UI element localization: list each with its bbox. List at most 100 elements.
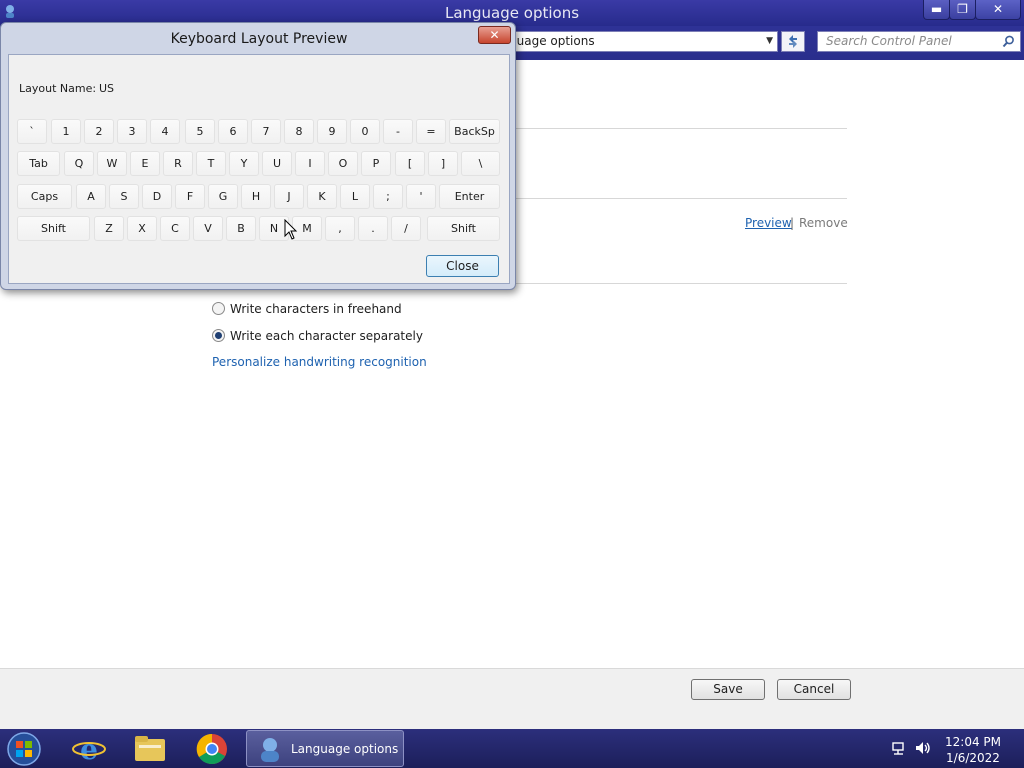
dialog-close-x-button[interactable]: ✕ <box>478 26 511 44</box>
minimize-icon: ▬ <box>930 2 943 16</box>
footer-bar <box>0 668 1024 730</box>
dialog-title: Keyboard Layout Preview <box>170 31 348 47</box>
taskbar: e Language options 12:04 PM 1/6/2022 <box>0 729 1024 768</box>
key: Shift <box>427 216 500 241</box>
key: L <box>340 184 370 209</box>
key: 1 <box>51 119 81 144</box>
key: Z <box>94 216 124 241</box>
key: V <box>193 216 223 241</box>
close-icon: ✕ <box>992 2 1004 16</box>
key: Tab <box>17 151 60 176</box>
preview-link[interactable]: Preview <box>745 216 792 230</box>
restore-icon: ❐ <box>957 2 968 16</box>
internet-explorer-icon[interactable]: e <box>63 731 115 766</box>
file-explorer-icon[interactable] <box>124 731 176 766</box>
key: 0 <box>350 119 380 144</box>
radio-button-selected[interactable] <box>212 329 225 342</box>
key: A <box>76 184 106 209</box>
key: E <box>130 151 160 176</box>
volume-icon[interactable] <box>914 740 932 756</box>
key: S <box>109 184 139 209</box>
key: 7 <box>251 119 281 144</box>
key: Y <box>229 151 259 176</box>
key: 3 <box>117 119 147 144</box>
radio-freehand[interactable]: Write characters in freehand <box>212 302 402 316</box>
radio-button[interactable] <box>212 302 225 315</box>
chevron-down-icon[interactable]: ▼ <box>766 32 773 51</box>
key: J <box>274 184 304 209</box>
key: R <box>163 151 193 176</box>
search-icon[interactable] <box>1002 35 1015 48</box>
dialog-close-button[interactable]: Close <box>426 255 499 277</box>
radio-label: Write characters in freehand <box>230 302 402 316</box>
personalize-handwriting-link[interactable]: Personalize handwriting recognition <box>212 355 427 369</box>
remove-link[interactable]: Remove <box>799 216 848 230</box>
key: , <box>325 216 355 241</box>
key: 6 <box>218 119 248 144</box>
key: Caps <box>17 184 72 209</box>
key: C <box>160 216 190 241</box>
refresh-button[interactable] <box>781 31 805 52</box>
cancel-button[interactable]: Cancel <box>777 679 851 700</box>
network-icon[interactable] <box>891 740 907 756</box>
key: F <box>175 184 205 209</box>
key: / <box>391 216 421 241</box>
key: X <box>127 216 157 241</box>
control-panel-icon <box>261 738 279 762</box>
key: Q <box>64 151 94 176</box>
window-title: Language options <box>444 4 580 22</box>
key: ; <box>373 184 403 209</box>
system-clock[interactable]: 12:04 PM 1/6/2022 <box>940 734 1006 766</box>
key: D <box>142 184 172 209</box>
close-window-button[interactable]: ✕ <box>975 0 1021 20</box>
save-button[interactable]: Save <box>691 679 765 700</box>
refresh-icon <box>789 35 797 48</box>
key: 8 <box>284 119 314 144</box>
clock-time: 12:04 PM <box>945 735 1001 749</box>
radio-label: Write each character separately <box>230 329 423 343</box>
key: 5 <box>185 119 215 144</box>
search-placeholder: Search Control Panel <box>826 34 952 48</box>
key: BackSp <box>449 119 500 144</box>
start-button-icon[interactable] <box>4 730 44 768</box>
maximize-button[interactable]: ❐ <box>949 0 976 20</box>
close-icon: ✕ <box>489 28 500 42</box>
mouse-cursor-icon <box>284 219 298 240</box>
dialog-body: Layout Name: US ` 1 2 3 4 5 6 7 8 9 0 - … <box>8 54 510 284</box>
key: ` <box>17 119 47 144</box>
key: Shift <box>17 216 90 241</box>
key: ] <box>428 151 458 176</box>
key: . <box>358 216 388 241</box>
taskbar-task-label: Language options <box>291 742 399 756</box>
key: G <box>208 184 238 209</box>
address-text: guage options <box>509 34 595 48</box>
key: U <box>262 151 292 176</box>
key: W <box>97 151 127 176</box>
key: B <box>226 216 256 241</box>
key: T <box>196 151 226 176</box>
key: 9 <box>317 119 347 144</box>
key: K <box>307 184 337 209</box>
key: ' <box>406 184 436 209</box>
address-bar[interactable]: guage options ▼ <box>490 31 778 52</box>
minimize-button[interactable]: ▬ <box>923 0 950 20</box>
key: 2 <box>84 119 114 144</box>
taskbar-task-language-options[interactable]: Language options <box>246 730 404 767</box>
clock-date: 1/6/2022 <box>946 751 1000 765</box>
key: \ <box>461 151 500 176</box>
key: H <box>241 184 271 209</box>
key: [ <box>395 151 425 176</box>
key: = <box>416 119 446 144</box>
radio-separately[interactable]: Write each character separately <box>212 329 423 343</box>
key: 4 <box>150 119 180 144</box>
key: I <box>295 151 325 176</box>
chrome-icon[interactable] <box>186 731 238 766</box>
keyboard-layout-preview-dialog[interactable]: Keyboard Layout Preview ✕ Layout Name: U… <box>0 22 516 290</box>
key: Enter <box>439 184 500 209</box>
svg-text:e: e <box>80 733 98 766</box>
key: P <box>361 151 391 176</box>
layout-name-label: Layout Name: <box>19 82 97 95</box>
search-input[interactable]: Search Control Panel <box>817 31 1021 52</box>
key: O <box>328 151 358 176</box>
key: - <box>383 119 413 144</box>
